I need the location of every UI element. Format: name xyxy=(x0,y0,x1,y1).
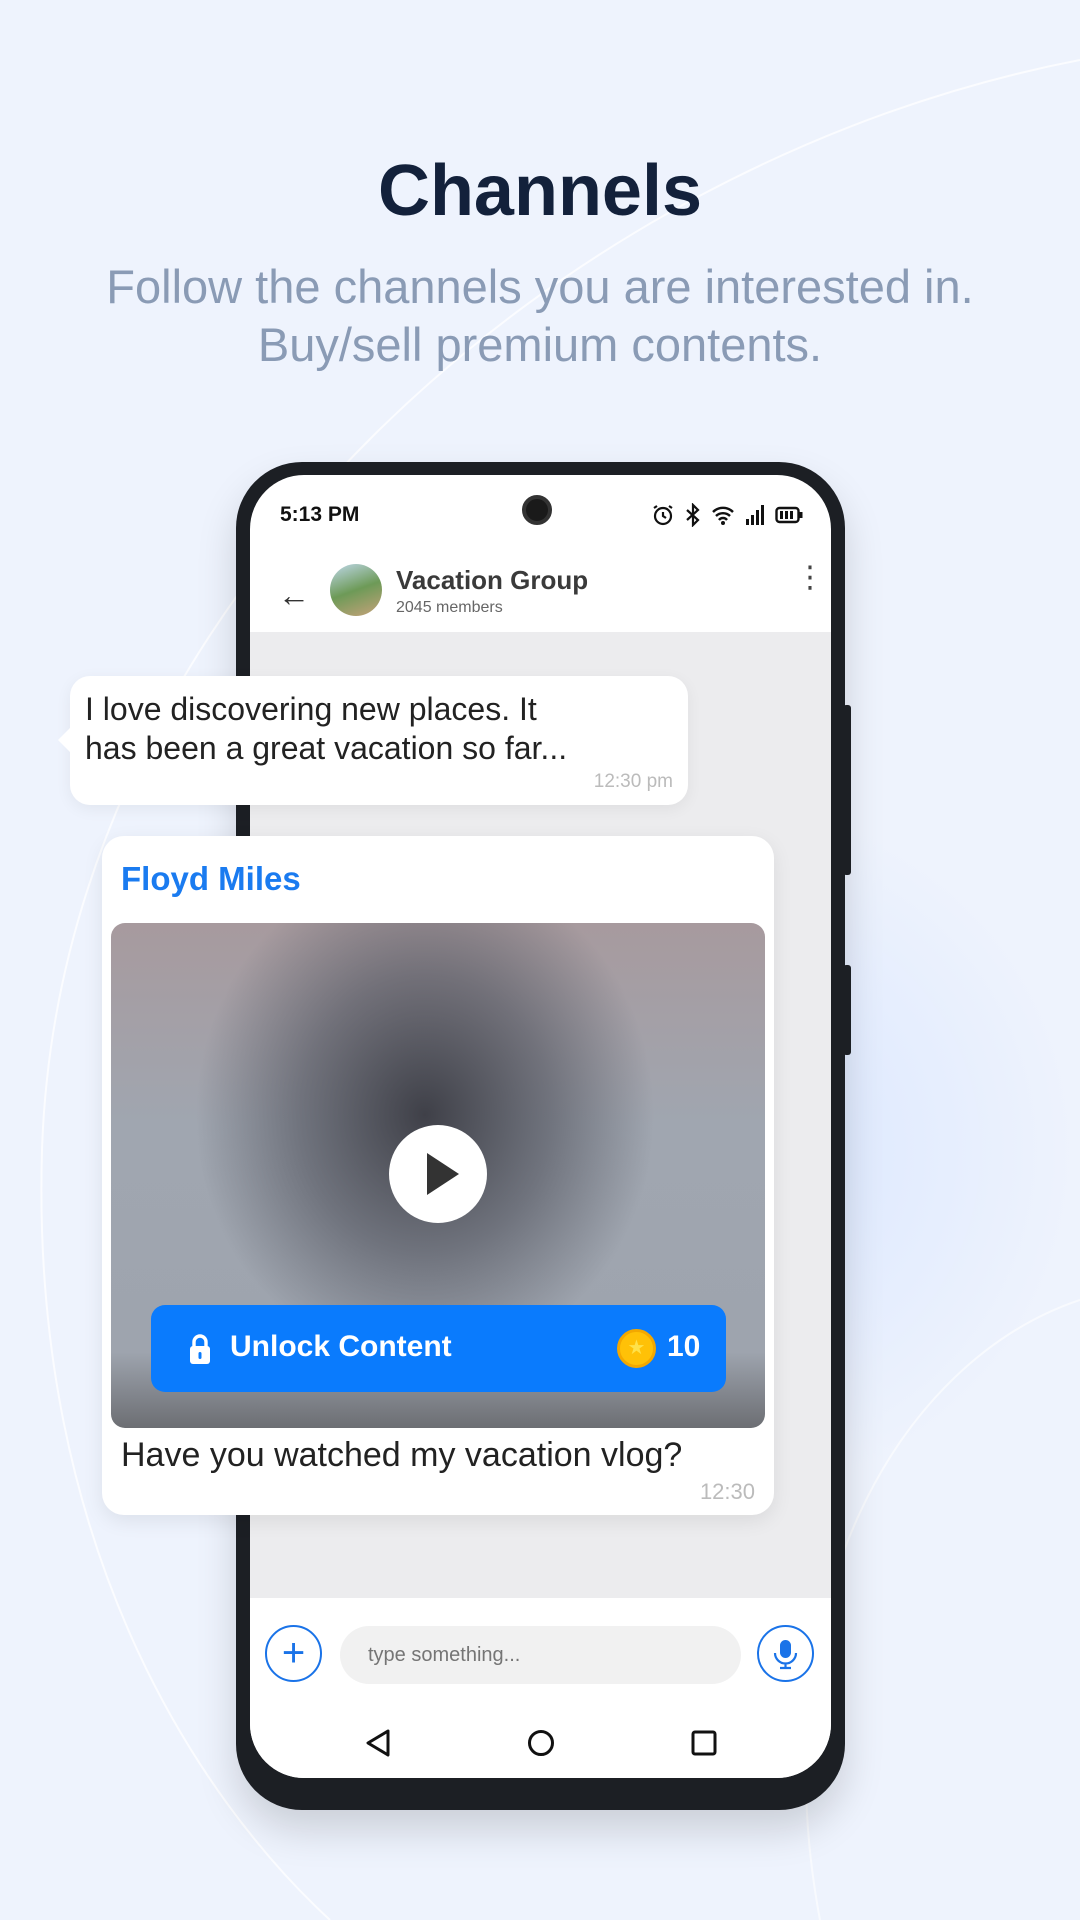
page-subtitle: Follow the channels you are interested i… xyxy=(0,258,1080,374)
back-arrow-icon[interactable]: ← xyxy=(278,577,310,614)
sender-name[interactable]: Floyd Miles xyxy=(121,860,301,898)
microphone-icon xyxy=(773,1640,798,1670)
group-avatar[interactable] xyxy=(330,564,382,616)
message-bubble[interactable]: I love discovering new places. It has be… xyxy=(58,676,688,805)
status-bar: 5:13 PM xyxy=(250,475,831,555)
subtitle-line: Buy/sell premium contents. xyxy=(257,318,823,371)
coin-icon: ★ xyxy=(617,1329,656,1368)
power-button xyxy=(843,965,851,1055)
nav-recents-icon[interactable] xyxy=(690,1728,718,1758)
unlock-content-button[interactable]: Unlock Content ★ 10 xyxy=(151,1305,726,1392)
lock-icon xyxy=(190,1334,210,1364)
chat-header: ← Vacation Group 2045 members ⋮ xyxy=(250,555,831,632)
more-options-icon[interactable]: ⋮ xyxy=(795,563,825,593)
message-text-line: I love discovering new places. It xyxy=(85,691,537,727)
premium-message-bubble[interactable]: Floyd Miles Unlock Content ★ 10 Have you… xyxy=(102,836,774,1515)
unlock-price: 10 xyxy=(667,1330,701,1363)
signal-icon xyxy=(746,505,764,525)
wifi-icon xyxy=(712,506,734,525)
play-icon[interactable] xyxy=(389,1125,487,1223)
message-input[interactable] xyxy=(340,1626,741,1684)
nav-home-icon[interactable] xyxy=(526,1728,556,1758)
message-text: Have you watched my vacation vlog? xyxy=(121,1436,683,1474)
alarm-icon xyxy=(653,505,673,526)
system-nav-bar xyxy=(250,1708,831,1778)
camera-icon xyxy=(522,495,552,525)
message-time: 12:30 xyxy=(699,1479,755,1504)
volume-button xyxy=(843,705,851,875)
subtitle-line: Follow the channels you are interested i… xyxy=(106,260,974,313)
message-text-line: has been a great vacation so far... xyxy=(85,730,568,766)
nav-back-icon[interactable] xyxy=(364,1728,392,1758)
message-time: 12:30 pm xyxy=(593,771,673,792)
bluetooth-icon xyxy=(686,503,700,527)
video-thumbnail[interactable]: Unlock Content ★ 10 xyxy=(111,923,765,1428)
group-name[interactable]: Vacation Group xyxy=(396,565,588,596)
message-text: I love discovering new places. It has be… xyxy=(85,690,567,768)
unlock-label: Unlock Content xyxy=(230,1330,452,1363)
add-attachment-button[interactable]: + xyxy=(265,1625,322,1682)
status-time: 5:13 PM xyxy=(280,503,360,526)
group-members: 2045 members xyxy=(396,599,503,616)
battery-icon xyxy=(775,506,803,524)
microphone-button[interactable] xyxy=(757,1625,814,1682)
input-bar: + xyxy=(250,1598,831,1708)
page-title: Channels xyxy=(377,151,703,231)
